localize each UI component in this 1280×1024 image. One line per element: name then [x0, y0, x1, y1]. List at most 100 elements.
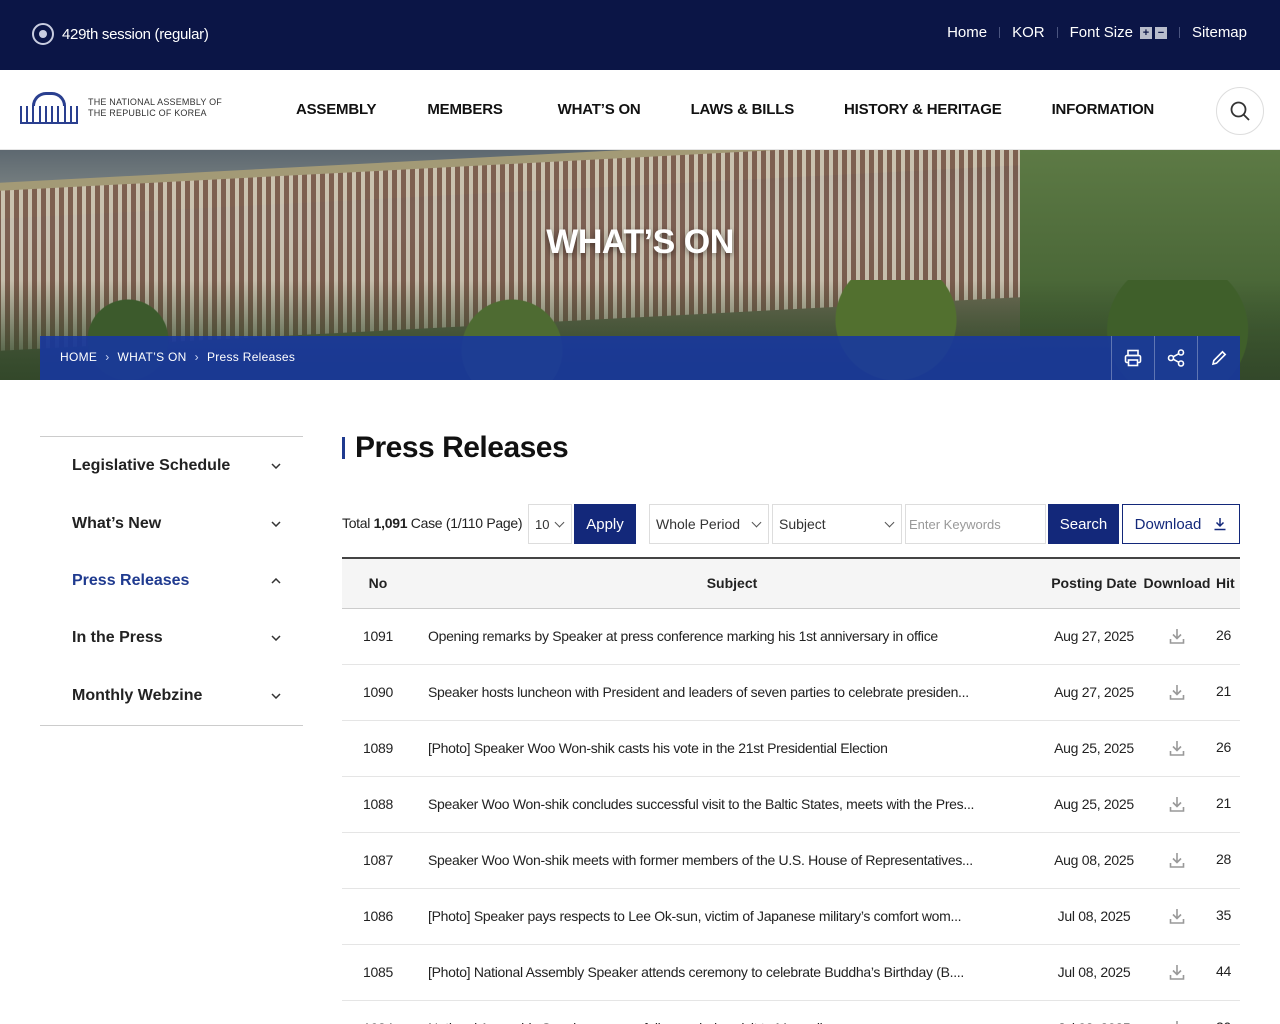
row-download-button[interactable]	[1138, 627, 1216, 645]
search-button[interactable]: Search	[1048, 504, 1119, 544]
kor-link[interactable]: KOR	[1012, 24, 1045, 41]
nav-history-heritage[interactable]: HISTORY & HERITAGE	[844, 101, 1002, 118]
apply-button[interactable]: Apply	[574, 504, 636, 544]
nav-laws-bills[interactable]: LAWS & BILLS	[691, 101, 795, 118]
row-subject-link[interactable]: Opening remarks by Speaker at press conf…	[414, 608, 1050, 665]
row-subject-link[interactable]: Speaker Woo Won-shik concludes successfu…	[414, 776, 1050, 833]
period-select[interactable]: Whole Period	[649, 504, 769, 544]
nav-information[interactable]: INFORMATION	[1052, 101, 1155, 118]
sidebar-item-monthly-webzine[interactable]: Monthly Webzine	[40, 667, 303, 724]
sidebar-item-whats-new[interactable]: What’s New	[40, 495, 303, 552]
share-button[interactable]	[1154, 336, 1197, 380]
row-subject-link[interactable]: [Photo] Speaker pays respects to Lee Ok-…	[414, 888, 1050, 945]
sidebar-item-label: What’s New	[72, 514, 162, 532]
chevron-down-icon	[751, 517, 762, 527]
download-list-button[interactable]: Download	[1122, 504, 1240, 544]
row-download-button[interactable]	[1138, 1019, 1216, 1024]
session-label: 429th session (regular)	[62, 25, 209, 43]
download-icon	[1169, 965, 1185, 980]
row-download-hit: 21	[1138, 664, 1240, 721]
row-posting-date: Aug 27, 2025	[1050, 608, 1138, 665]
font-decrease-button[interactable]: −	[1154, 26, 1167, 39]
table-header-row: No Subject Posting Date Download Hit	[342, 558, 1240, 609]
keyword-input[interactable]: Enter Keywords	[905, 504, 1046, 544]
list-filter: Total 1,091 Case (1/110 Page) 10 Apply W…	[342, 504, 1240, 544]
print-button[interactable]	[1111, 336, 1154, 380]
breadcrumb-whats-on[interactable]: WHAT’S ON	[118, 350, 187, 364]
row-number: 1091	[342, 608, 414, 665]
font-size-label: Font Size	[1069, 24, 1133, 41]
row-posting-date: Jul 08, 2025	[1050, 1000, 1138, 1024]
row-subject-link[interactable]: [Photo] Speaker Woo Won-shik casts his v…	[414, 720, 1050, 777]
sidebar-item-legislative-schedule[interactable]: Legislative Schedule	[40, 437, 303, 495]
sitemap-link[interactable]: Sitemap	[1192, 24, 1247, 41]
row-number: 1086	[342, 888, 414, 945]
row-subject-link[interactable]: [Photo] National Assembly Speaker attend…	[414, 944, 1050, 1001]
row-subject-link[interactable]: National Assembly Speaker successfully c…	[414, 1000, 1050, 1024]
table-row[interactable]: 1084National Assembly Speaker successful…	[342, 1000, 1240, 1024]
breadcrumb-bar: HOME › WHAT’S ON › Press Releases	[40, 336, 1240, 380]
row-download-button[interactable]	[1138, 739, 1216, 757]
divider	[1178, 27, 1180, 38]
page-title: Press Releases	[342, 431, 569, 465]
row-subject-link[interactable]: Speaker hosts luncheon with President an…	[414, 664, 1050, 721]
assembly-emblem-icon	[32, 23, 54, 45]
table-row[interactable]: 1085 [Photo] National Assembly Speaker at…	[342, 944, 1240, 1001]
site-logo[interactable]: THE NATIONAL ASSEMBLY OF THE REPUBLIC OF…	[20, 92, 222, 124]
edit-button[interactable]	[1197, 336, 1240, 380]
row-download-hit: 26	[1138, 720, 1240, 777]
sidebar-nav: Legislative Schedule What’s New Press Re…	[40, 436, 303, 726]
press-releases-table: No Subject Posting Date Download Hit 1091…	[342, 557, 1240, 1024]
row-subject-link[interactable]: Speaker Woo Won-shik meets with former m…	[414, 832, 1050, 889]
row-download-button[interactable]	[1138, 963, 1216, 981]
table-row[interactable]: 1087 Speaker Woo Won-shik meets with form…	[342, 832, 1240, 889]
row-hit-count: 26	[1216, 738, 1231, 755]
utility-links: Home KOR Font Size + − Sitemap	[947, 24, 1247, 41]
share-icon	[1167, 349, 1185, 367]
breadcrumb-current[interactable]: Press Releases	[207, 350, 295, 364]
font-increase-button[interactable]: +	[1139, 26, 1152, 39]
download-icon	[1169, 797, 1185, 812]
download-icon	[1169, 853, 1185, 868]
sidebar-item-press-releases[interactable]: Press Releases	[40, 552, 303, 609]
search-field-select[interactable]: Subject	[772, 504, 902, 544]
row-download-button[interactable]	[1138, 795, 1216, 813]
divider	[1056, 27, 1058, 38]
row-download-hit: 26	[1138, 608, 1240, 665]
row-download-button[interactable]	[1138, 907, 1216, 925]
table-row[interactable]: 1086 [Photo] Speaker pays respects to Lee…	[342, 888, 1240, 945]
page-size-select[interactable]: 10	[528, 504, 572, 544]
home-link[interactable]: Home	[947, 24, 987, 41]
sidebar-item-label: Monthly Webzine	[72, 686, 203, 704]
row-download-hit: 35	[1138, 888, 1240, 945]
row-hit-count: 35	[1216, 906, 1231, 923]
title-accent-bar	[342, 437, 345, 459]
row-download-hit: 21	[1138, 776, 1240, 833]
breadcrumb-home[interactable]: HOME	[60, 350, 97, 364]
row-hit-count: 44	[1216, 962, 1231, 979]
table-row[interactable]: 1088 Speaker Woo Won-shik concludes succe…	[342, 776, 1240, 833]
download-icon	[1169, 741, 1185, 756]
row-download-button[interactable]	[1138, 851, 1216, 869]
table-row[interactable]: 1089 [Photo] Speaker Woo Won-shik casts h…	[342, 720, 1240, 777]
row-number: 1084	[342, 1000, 414, 1024]
page-tools	[1111, 336, 1240, 380]
global-search-button[interactable]	[1216, 87, 1264, 135]
table-row[interactable]: 1090 Speaker hosts luncheon with Presiden…	[342, 664, 1240, 721]
session-indicator: 429th session (regular)	[32, 23, 209, 45]
divider	[999, 27, 1001, 38]
search-icon	[1230, 101, 1250, 121]
row-posting-date: Aug 27, 2025	[1050, 664, 1138, 721]
nav-members[interactable]: MEMBERS	[427, 101, 502, 118]
row-download-button[interactable]	[1138, 683, 1216, 701]
total-count: Total 1,091 Case (1/110 Page)	[342, 515, 523, 531]
row-download-hit: 28	[1138, 832, 1240, 889]
table-row[interactable]: 1091 Opening remarks by Speaker at press …	[342, 608, 1240, 665]
row-hit-count: 28	[1216, 850, 1231, 867]
column-header-subject: Subject	[414, 558, 1050, 609]
sidebar-item-in-the-press[interactable]: In the Press	[40, 610, 303, 667]
row-hit-count: 21	[1216, 794, 1231, 811]
nav-assembly[interactable]: ASSEMBLY	[296, 101, 377, 118]
nav-whats-on[interactable]: WHAT’S ON	[558, 101, 641, 118]
page-title-text: Press Releases	[355, 431, 569, 464]
